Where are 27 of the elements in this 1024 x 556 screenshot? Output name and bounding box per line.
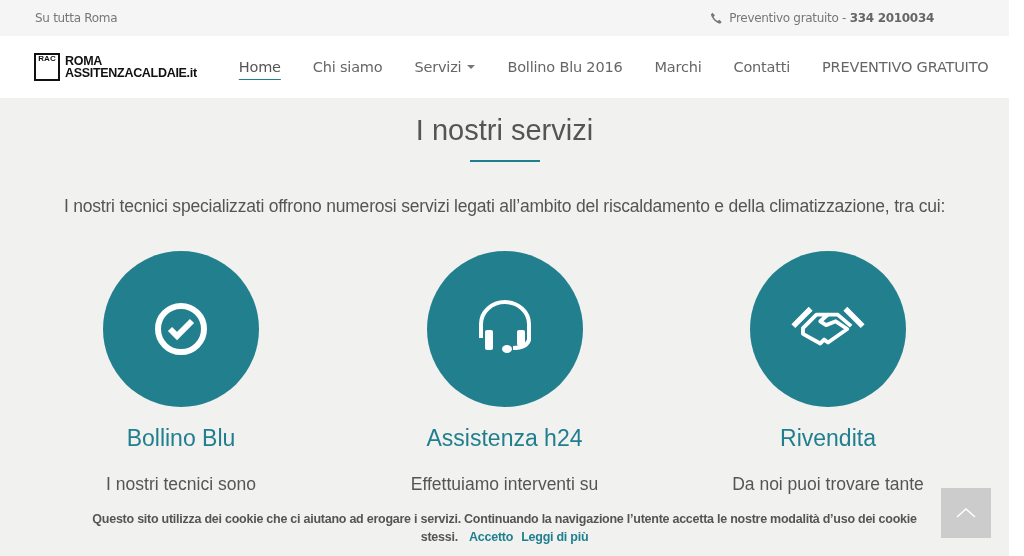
logo[interactable]: RAC ROMA ASSITENZACALDAIE.it	[34, 53, 197, 81]
phone-icon	[710, 11, 724, 25]
accept-link[interactable]: Accetto	[469, 530, 514, 544]
nav-link[interactable]: Contatti	[717, 58, 807, 76]
nav-link[interactable]: Marchi	[638, 58, 718, 76]
quote-text: Preventivo gratuito - 334 2010034	[729, 11, 934, 25]
logo-text: ROMA ASSITENZACALDAIE.it	[65, 55, 197, 79]
nav-link[interactable]: Home	[222, 58, 297, 76]
service-title: Bollino Blu	[126, 425, 236, 452]
service-title: Rivendita	[780, 425, 876, 452]
service-description: Da noi puoi trovare tante	[732, 474, 924, 495]
logo-badge-text: RAC	[38, 55, 56, 63]
cookie-notice-text: Questo sito utilizza dei cookie che ci aiutano ad erogare i servizi. Continuando la navigazione l’utente accetta le nostre modalità d’uso dei cookie stessi. Accetto Leggi di più	[91, 511, 918, 546]
scroll-to-top-button[interactable]	[941, 488, 991, 538]
service-description: Effettuiamo interventi su	[410, 474, 599, 495]
service-area-text: Su tutta Roma	[35, 11, 118, 25]
nav-link[interactable]: Chi siamo	[296, 58, 399, 76]
nav-link[interactable]: Servizi	[398, 58, 492, 76]
nav-link[interactable]: Bollino Blu 2016	[491, 58, 639, 76]
section-title: I nostri servizi	[415, 114, 594, 148]
intro-text: I nostri tecnici specializzati offrono numerosi servizi legati all’ambito del riscaldamento e della climatizzazione, tra cui:	[63, 196, 946, 217]
service-title: Assistenza h24	[426, 425, 583, 452]
chevron-up-icon	[956, 508, 976, 518]
read-more-link[interactable]: Leggi di più	[521, 530, 589, 544]
service-description: I nostri tecnici sono	[106, 474, 256, 495]
nav-link[interactable]: PREVENTIVO GRATUITO	[806, 58, 1005, 76]
check-circle-icon	[154, 302, 208, 356]
